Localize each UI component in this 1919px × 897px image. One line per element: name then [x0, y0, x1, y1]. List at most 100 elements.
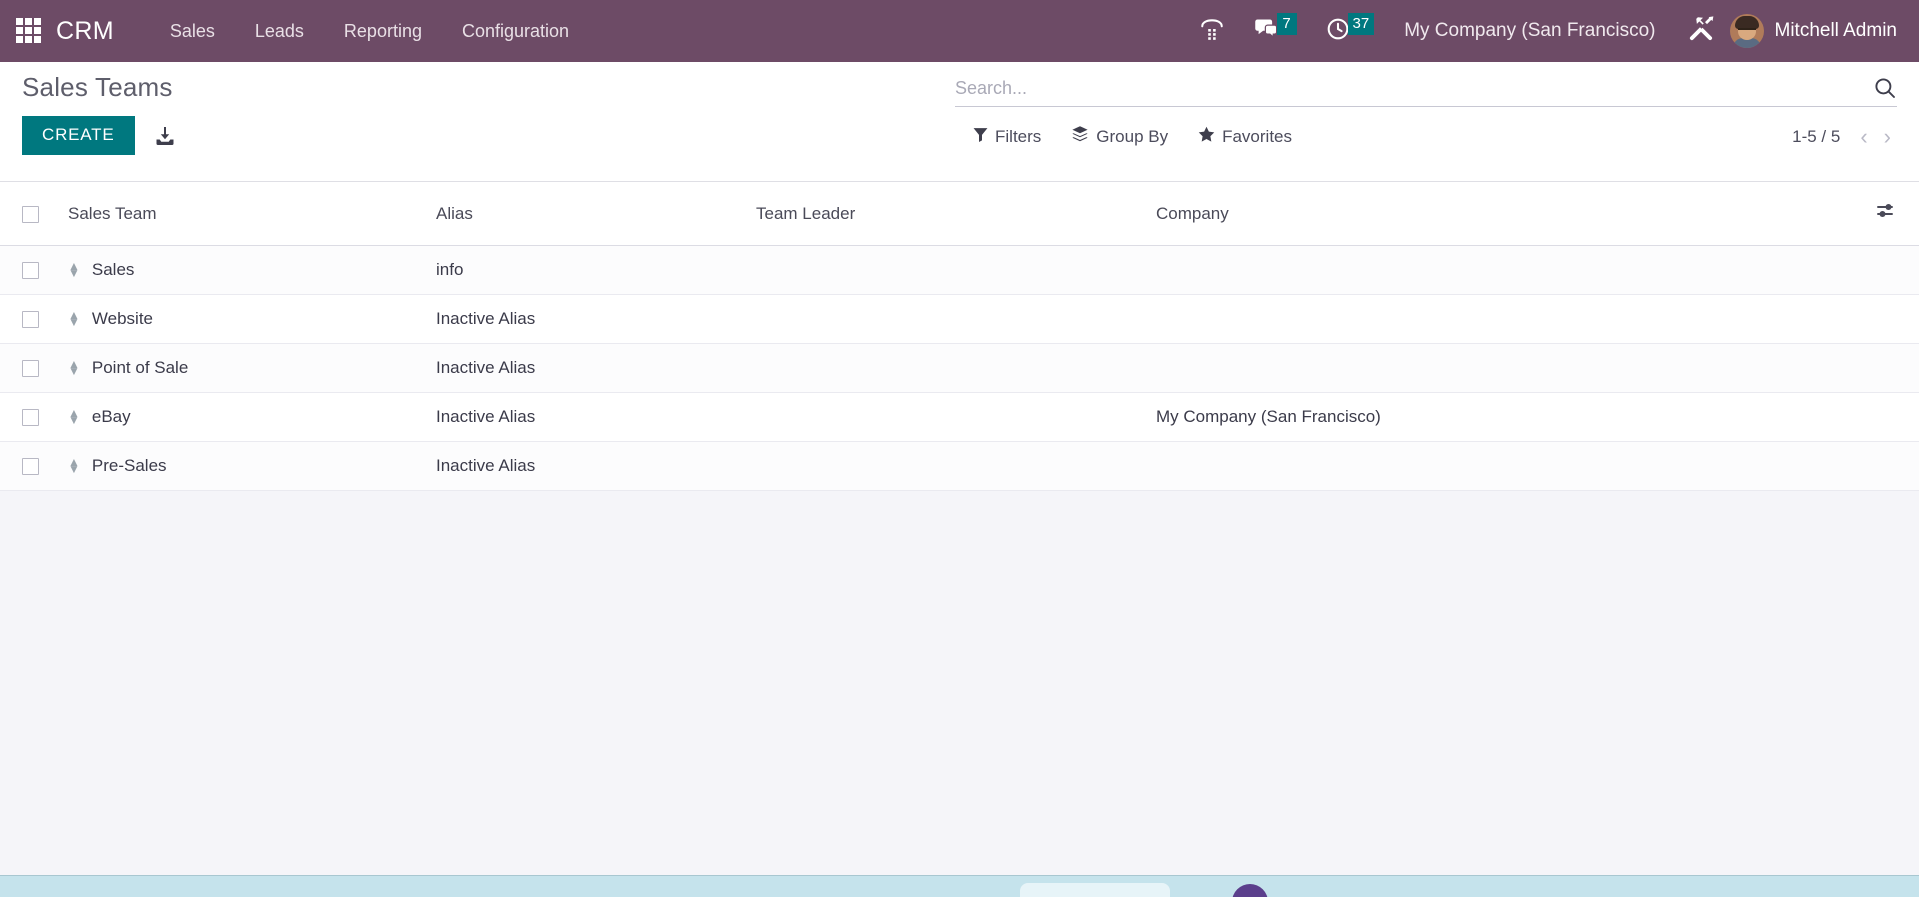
filter-buttons: Filters Group By Favorites	[973, 125, 1292, 148]
column-options-icon[interactable]	[1875, 200, 1897, 222]
cell-spacer	[1859, 294, 1919, 344]
row-select-cell	[0, 343, 68, 393]
navbar-right-group: 7 37 My Company (San Francisco) Mitchell…	[1185, 0, 1897, 62]
sales-team-name: Sales	[91, 260, 135, 279]
chevron-right-icon[interactable]: ›	[1878, 125, 1897, 148]
sales-team-name: Point of Sale	[91, 358, 189, 377]
cell-sales-team: ▲ ▼ Point of Sale	[68, 343, 436, 393]
row-select-cell	[0, 294, 68, 344]
control-panel-right: Filters Group By	[955, 76, 1897, 148]
column-options-cell	[1859, 182, 1919, 246]
group-by-button[interactable]: Group By	[1071, 125, 1168, 148]
row-select-cell	[0, 392, 68, 442]
row-checkbox[interactable]	[22, 262, 39, 280]
drag-handle-icon[interactable]: ▲ ▼	[68, 407, 80, 426]
pager: 1-5 / 5 ‹ ›	[1792, 125, 1897, 148]
cell-company	[1156, 343, 1859, 393]
drag-handle-icon[interactable]: ▲ ▼	[68, 260, 80, 279]
action-buttons: CREATE	[22, 116, 181, 155]
cell-company: My Company (San Francisco)	[1156, 392, 1859, 442]
sales-team-name: Pre-Sales	[91, 456, 167, 475]
cell-sales-team: ▲ ▼ Website	[68, 294, 436, 344]
table-header-row: Sales Team Alias Team Leader Company	[0, 182, 1919, 246]
cell-spacer	[1859, 441, 1919, 491]
import-download-icon[interactable]	[149, 120, 181, 152]
bottom-widget-strip	[0, 875, 1919, 897]
cell-alias: Inactive Alias	[436, 441, 756, 491]
favorites-label: Favorites	[1222, 126, 1293, 146]
funnel-icon	[973, 127, 988, 147]
filter-row: Filters Group By Favorites 1-5 / 5 ‹ ›	[955, 125, 1897, 148]
cell-spacer	[1859, 343, 1919, 393]
column-header-team-leader[interactable]: Team Leader	[756, 182, 1156, 246]
column-header-company[interactable]: Company	[1156, 182, 1859, 246]
layers-icon	[1071, 125, 1089, 148]
company-switcher[interactable]: My Company (San Francisco)	[1388, 0, 1671, 62]
table-header: Sales Team Alias Team Leader Company	[0, 182, 1919, 246]
cell-spacer	[1859, 392, 1919, 442]
sales-team-name: Website	[91, 309, 153, 328]
table-row[interactable]: ▲ ▼ Website Inactive Alias	[0, 294, 1919, 344]
list-view: Sales Team Alias Team Leader Company ▲ ▼…	[0, 182, 1919, 491]
search-icon[interactable]	[1863, 76, 1897, 100]
activities-button[interactable]: 37	[1311, 0, 1389, 62]
app-brand-crm[interactable]: CRM	[56, 17, 114, 46]
column-header-alias[interactable]: Alias	[436, 182, 756, 246]
menu-item-configuration[interactable]: Configuration	[442, 0, 589, 62]
avatar[interactable]	[1729, 14, 1764, 48]
row-select-cell	[0, 245, 68, 295]
empty-content-area	[0, 491, 1919, 886]
search-bar	[955, 76, 1897, 107]
favorites-button[interactable]: Favorites	[1198, 126, 1292, 148]
cell-team-leader	[756, 392, 1156, 442]
row-checkbox[interactable]	[22, 360, 39, 378]
table-row[interactable]: ▲ ▼ Point of Sale Inactive Alias	[0, 343, 1919, 393]
apps-grid-icon[interactable]	[16, 18, 42, 44]
dialpad-phone-icon	[1199, 16, 1225, 47]
chat-window-partial[interactable]	[1020, 883, 1170, 897]
dialpad-phone-button[interactable]	[1185, 0, 1239, 62]
row-checkbox[interactable]	[22, 311, 39, 329]
developer-tools-button[interactable]	[1672, 0, 1730, 62]
messages-count-badge: 7	[1276, 13, 1297, 35]
cell-alias: Inactive Alias	[436, 294, 756, 344]
menu-item-leads[interactable]: Leads	[235, 0, 324, 62]
table-body: ▲ ▼ Sales info ▲ ▼ Website Inactive Alia…	[0, 245, 1919, 491]
menu-item-reporting[interactable]: Reporting	[324, 0, 442, 62]
menu-item-sales[interactable]: Sales	[150, 0, 235, 62]
row-select-cell	[0, 441, 68, 491]
cell-company	[1156, 245, 1859, 295]
pager-count: 1-5 / 5	[1792, 126, 1841, 146]
search-input[interactable]	[955, 77, 1863, 99]
row-checkbox[interactable]	[22, 409, 39, 427]
drag-handle-icon[interactable]: ▲ ▼	[68, 309, 80, 328]
filters-button[interactable]: Filters	[973, 127, 1041, 147]
sales-teams-table: Sales Team Alias Team Leader Company ▲ ▼…	[0, 182, 1919, 491]
table-row[interactable]: ▲ ▼ Pre-Sales Inactive Alias	[0, 441, 1919, 491]
chevron-left-icon[interactable]: ‹	[1854, 125, 1873, 148]
cell-team-leader	[756, 245, 1156, 295]
messages-button[interactable]: 7	[1239, 0, 1311, 62]
drag-handle-icon[interactable]: ▲ ▼	[68, 456, 80, 475]
cell-alias: info	[436, 245, 756, 295]
cell-sales-team: ▲ ▼ Sales	[68, 245, 436, 295]
row-checkbox[interactable]	[22, 458, 39, 476]
filters-label: Filters	[995, 126, 1042, 146]
select-all-checkbox[interactable]	[22, 205, 39, 223]
cell-sales-team: ▲ ▼ eBay	[68, 392, 436, 442]
table-row[interactable]: ▲ ▼ Sales info	[0, 245, 1919, 295]
control-panel-left: Sales Teams CREATE	[22, 72, 181, 155]
cell-alias: Inactive Alias	[436, 392, 756, 442]
tools-icon	[1686, 14, 1716, 49]
create-button[interactable]: CREATE	[22, 116, 135, 155]
select-all-cell	[0, 182, 68, 246]
activities-count-badge: 37	[1347, 13, 1375, 35]
star-icon	[1198, 126, 1215, 148]
chat-launcher-icon[interactable]	[1232, 884, 1268, 897]
control-panel: Sales Teams CREATE Search... Filters Gro…	[0, 62, 1919, 182]
user-menu[interactable]: Mitchell Admin	[1775, 0, 1898, 62]
table-row[interactable]: ▲ ▼ eBay Inactive Alias My Company (San F…	[0, 392, 1919, 442]
column-header-sales-team[interactable]: Sales Team	[68, 182, 436, 246]
drag-handle-icon[interactable]: ▲ ▼	[68, 358, 80, 377]
cell-spacer	[1859, 245, 1919, 295]
